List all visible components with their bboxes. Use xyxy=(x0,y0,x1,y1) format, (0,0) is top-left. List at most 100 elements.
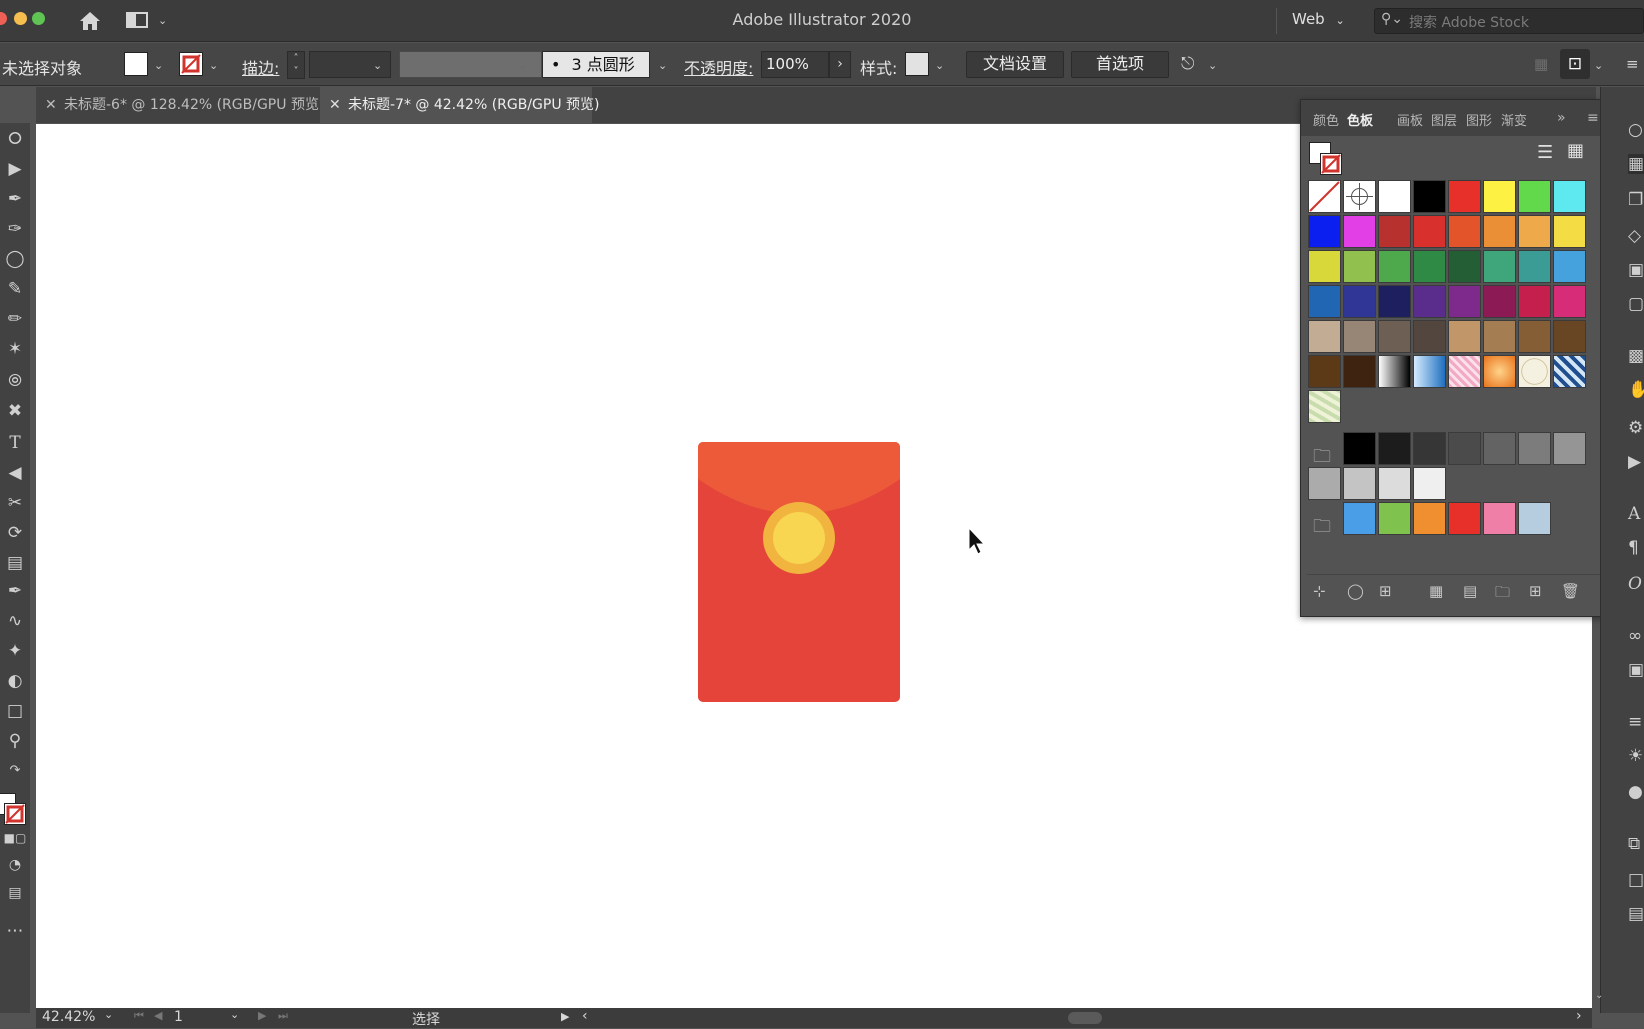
import-swatches-icon[interactable]: ⊞ xyxy=(1379,582,1392,600)
symbols-dock-icon[interactable]: □ xyxy=(1628,870,1644,890)
eyedropper-tool-icon[interactable]: ✒ xyxy=(2,581,28,603)
color-swatch[interactable] xyxy=(1448,180,1481,213)
opacity-input[interactable]: 100% xyxy=(761,51,829,78)
color-swatch[interactable] xyxy=(1308,250,1341,283)
tab-swatches[interactable]: 色板 xyxy=(1347,110,1373,129)
color-swatch[interactable] xyxy=(1343,250,1376,283)
scroll-left-icon[interactable]: ‹ xyxy=(582,1008,588,1024)
magic-wand-icon[interactable]: ✦ xyxy=(2,641,28,663)
chevron-down-icon[interactable]: ⌄ xyxy=(373,59,382,72)
group-color-swatch[interactable] xyxy=(1378,502,1411,535)
brush-definition[interactable]: • 3 点圆形 xyxy=(542,51,650,78)
more-tools-icon[interactable]: ⋯ xyxy=(2,921,28,943)
color-swatch[interactable] xyxy=(1343,285,1376,318)
play-icon[interactable]: ▶ xyxy=(561,1010,569,1023)
chevron-down-icon[interactable]: ⌄ xyxy=(1594,59,1603,72)
settings-dock-icon[interactable]: ⚙ xyxy=(1628,418,1643,438)
red-envelope[interactable] xyxy=(698,442,900,702)
artboards-dock-icon[interactable]: ❐ xyxy=(1628,190,1643,210)
color-swatch[interactable] xyxy=(1378,355,1411,388)
appearance-icon[interactable]: ○ xyxy=(1628,120,1643,140)
color-swatch[interactable] xyxy=(1308,180,1341,213)
brightness-dock-icon[interactable]: ☀ xyxy=(1628,746,1643,766)
close-icon[interactable]: ✕ xyxy=(329,87,341,123)
color-swatch[interactable] xyxy=(1413,215,1446,248)
stroke-box[interactable] xyxy=(4,803,26,825)
color-swatch[interactable] xyxy=(1378,285,1411,318)
layers-dock-icon[interactable]: ◇ xyxy=(1628,226,1641,246)
color-swatch[interactable] xyxy=(1413,180,1446,213)
artboard-number[interactable]: 1 xyxy=(174,1009,183,1025)
pin-icon[interactable]: ⎋ xyxy=(1181,54,1194,74)
opacity-label[interactable]: 不透明度: xyxy=(684,55,753,79)
gray-swatch[interactable] xyxy=(1343,432,1376,465)
color-swatch[interactable] xyxy=(1448,250,1481,283)
scroll-down-icon[interactable]: ⌄ xyxy=(1595,990,1603,1001)
color-swatch[interactable] xyxy=(1483,320,1516,353)
paragraph-dock-icon[interactable]: ¶ xyxy=(1628,538,1639,558)
blend-tool-icon[interactable]: ∿ xyxy=(2,611,28,633)
gray-swatch[interactable] xyxy=(1483,432,1516,465)
gray-swatch[interactable] xyxy=(1343,467,1376,500)
artboard-tool-icon[interactable]: □ xyxy=(2,701,28,723)
tab-layers[interactable]: 图层 xyxy=(1431,110,1457,129)
color-swatch[interactable] xyxy=(1553,180,1586,213)
stroke-label[interactable]: 描边: xyxy=(242,55,279,79)
puppet-dock-icon[interactable]: ✋ xyxy=(1628,380,1644,400)
group-color-swatch[interactable] xyxy=(1483,502,1516,535)
color-swatch[interactable] xyxy=(1378,215,1411,248)
color-swatch[interactable] xyxy=(1518,180,1551,213)
close-icon[interactable]: ✕ xyxy=(45,87,57,123)
zoom-tool-icon[interactable]: ⚲ xyxy=(2,731,28,753)
chevron-down-icon[interactable]: ⌄ xyxy=(104,1008,113,1021)
shape-builder-icon[interactable]: ◐ xyxy=(2,671,28,693)
color-swatch[interactable] xyxy=(1518,215,1551,248)
document-setup-button[interactable]: 文档设置 xyxy=(966,51,1064,78)
gray-swatch[interactable] xyxy=(1413,467,1446,500)
selection-tool-icon[interactable]: ⭘ xyxy=(2,129,28,151)
color-swatch[interactable] xyxy=(1343,215,1376,248)
chevron-down-icon[interactable]: ⌄ xyxy=(154,59,163,72)
twirl-tool-icon[interactable]: ⦾ xyxy=(2,371,28,393)
new-swatch-icon[interactable]: ⊞ xyxy=(1529,582,1542,600)
reflect-tool-icon[interactable]: ◀ xyxy=(2,463,28,485)
gray-swatch[interactable] xyxy=(1448,432,1481,465)
color-swatch[interactable] xyxy=(1448,320,1481,353)
color-swatch[interactable] xyxy=(1413,285,1446,318)
folder-icon[interactable]: 🗀 xyxy=(1313,444,1331,474)
align-dock-icon[interactable]: ≡ xyxy=(1628,712,1642,732)
type-tool-icon[interactable]: T xyxy=(2,433,28,455)
color-swatch[interactable] xyxy=(1378,320,1411,353)
character-dock-icon[interactable]: A xyxy=(1628,504,1640,524)
color-swatch[interactable] xyxy=(1343,180,1376,213)
group-color-swatch[interactable] xyxy=(1448,502,1481,535)
color-swatch[interactable] xyxy=(1518,320,1551,353)
chevron-down-icon[interactable]: ⌄ xyxy=(1208,59,1217,72)
links-dock-icon[interactable]: ▣ xyxy=(1628,260,1644,280)
stroke-weight-stepper[interactable]: ˄ ˅ xyxy=(287,51,305,79)
stroke-color-swatch[interactable] xyxy=(179,52,203,76)
color-swatch[interactable] xyxy=(1448,355,1481,388)
swatch-libraries-icon[interactable]: ⊹ xyxy=(1313,582,1326,600)
distribute-dock-icon[interactable]: ▤ xyxy=(1628,904,1644,924)
color-swatch[interactable] xyxy=(1553,215,1586,248)
color-swatch[interactable] xyxy=(1308,390,1341,423)
chevron-down-icon[interactable]: ⌄ xyxy=(230,1008,239,1021)
color-swatch[interactable] xyxy=(1483,355,1516,388)
stock-search-input[interactable]: ⚲⌄ 搜索 Adobe Stock xyxy=(1374,8,1644,34)
color-swatch[interactable] xyxy=(1308,320,1341,353)
opentype-dock-icon[interactable]: O xyxy=(1628,574,1642,594)
color-swatch[interactable] xyxy=(1518,250,1551,283)
new-group-icon[interactable]: 🗀 xyxy=(1495,582,1510,607)
gray-swatch[interactable] xyxy=(1413,432,1446,465)
color-swatch[interactable] xyxy=(1483,215,1516,248)
swatch-options-icon[interactable]: ▤ xyxy=(1463,582,1477,600)
grid-view-icon[interactable]: ▦ xyxy=(1567,140,1589,162)
color-swatch[interactable] xyxy=(1448,285,1481,318)
tab-gradient[interactable]: 渐变 xyxy=(1501,110,1527,129)
color-swatch[interactable] xyxy=(1483,285,1516,318)
color-swatch[interactable] xyxy=(1413,250,1446,283)
graphic-style-swatch[interactable] xyxy=(905,52,929,76)
swap-fill-stroke-icon[interactable]: ↷ xyxy=(2,763,28,785)
color-swatch[interactable] xyxy=(1378,250,1411,283)
